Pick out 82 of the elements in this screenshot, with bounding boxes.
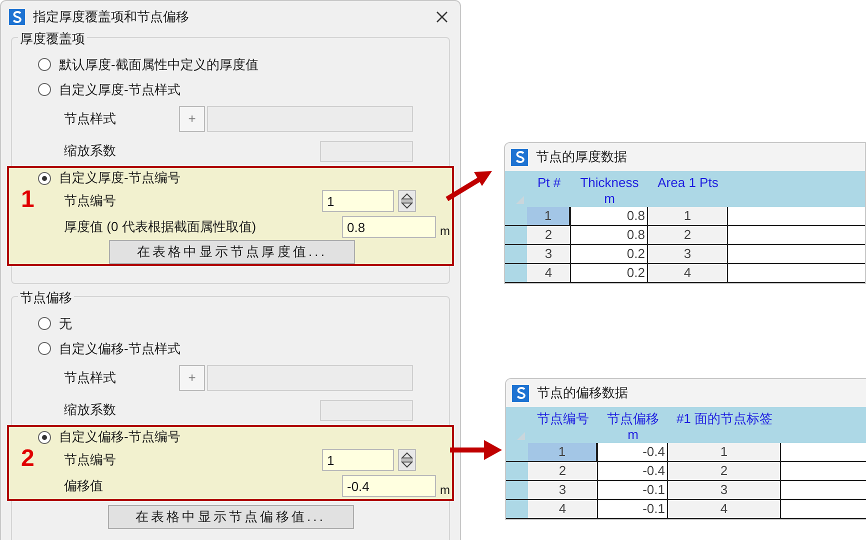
header-label: 节点编号 <box>537 411 589 427</box>
callout-arrow <box>450 437 502 463</box>
field-label: 偏移值 <box>64 477 104 496</box>
option-label: 默认厚度-截面属性中定义的厚度值 <box>59 56 258 74</box>
option-label: 自定义厚度-节点编号 <box>59 169 180 188</box>
input-field[interactable]: -0.4 <box>342 475 436 497</box>
unit-label: m <box>628 427 638 443</box>
spin-field[interactable]: 1 <box>322 190 394 212</box>
radio-button[interactable] <box>38 83 51 96</box>
field-label: 缩放系数 <box>64 401 117 420</box>
spinner-button[interactable] <box>398 190 416 212</box>
table-cell[interactable]: 3 <box>668 481 781 499</box>
scale-field[interactable] <box>320 400 413 420</box>
row-header <box>506 481 528 499</box>
unit-label: m <box>440 223 451 240</box>
table-cell[interactable]: 4 <box>668 500 781 518</box>
table-cell[interactable]: 2 <box>527 226 571 244</box>
table-cell[interactable]: 2 <box>668 462 781 480</box>
close-icon <box>436 11 448 23</box>
field-label: 缩放系数 <box>64 142 117 160</box>
table-cell[interactable]: 3 <box>527 245 571 263</box>
up-down-arrows-icon <box>401 192 413 210</box>
table-cell[interactable]: 1 <box>648 207 728 225</box>
app-logo-icon <box>9 9 25 25</box>
window-title: 节点的偏移数据 <box>537 384 628 402</box>
table-cell[interactable]: 1 <box>668 443 781 461</box>
header-label: #1 面的节点标签 <box>676 411 773 427</box>
corner-triangle-icon <box>516 196 524 204</box>
header-label: Area 1 Pts <box>658 175 718 191</box>
row-header <box>505 264 527 282</box>
corner-triangle-icon <box>517 432 525 440</box>
table-cell[interactable]: 1 <box>528 443 598 461</box>
table-cell[interactable]: 3 <box>648 245 728 263</box>
callout-arrow <box>444 168 494 202</box>
table-cell[interactable]: 4 <box>527 264 571 282</box>
field-label: 节点编号 <box>64 192 117 210</box>
radio-button[interactable] <box>38 172 51 184</box>
option-label: 自定义厚度-节点样式 <box>59 80 180 99</box>
scale-field[interactable] <box>320 140 413 162</box>
input-field[interactable]: 0.8 <box>342 216 436 238</box>
field-label: 厚度值 (0 代表根据截面属性取值) <box>64 218 258 236</box>
row-header <box>505 226 527 244</box>
header-label: 节点偏移 <box>607 411 659 427</box>
table-cell[interactable]: 3 <box>528 481 598 499</box>
window-title: 指定厚度覆盖项和节点偏移 <box>33 8 190 26</box>
unit-label: m <box>440 482 451 499</box>
callout-number: 2 <box>21 444 34 474</box>
table-cell[interactable]: 4 <box>528 500 598 518</box>
callout-number: 1 <box>21 185 34 215</box>
radio-button[interactable] <box>38 58 51 71</box>
row-header <box>506 462 528 480</box>
row-header <box>505 245 527 263</box>
pattern-field[interactable] <box>207 106 413 132</box>
field-label: 节点编号 <box>64 451 117 470</box>
table-cell[interactable]: 4 <box>648 264 728 282</box>
option-label: 自定义偏移-节点样式 <box>59 340 180 358</box>
add-button[interactable]: + <box>179 365 205 391</box>
option-label: 自定义偏移-节点编号 <box>59 428 180 446</box>
table-cell[interactable]: 2 <box>528 462 598 480</box>
show-table-button[interactable]: 在表格中显示节点厚度值... <box>109 240 355 264</box>
radio-button[interactable] <box>38 430 51 444</box>
app-logo-icon <box>511 148 528 166</box>
option-label: 无 <box>59 314 72 333</box>
up-down-arrows-icon <box>401 451 413 469</box>
spin-field[interactable]: 1 <box>322 449 394 471</box>
radio-button[interactable] <box>38 342 51 355</box>
show-table-button[interactable]: 在表格中显示节点偏移值... <box>108 505 354 529</box>
header-label: Pt # <box>537 175 561 191</box>
table-cell[interactable]: 2 <box>648 226 728 244</box>
add-button[interactable]: + <box>179 106 205 132</box>
group-title: 节点偏移 <box>18 288 74 308</box>
pattern-field[interactable] <box>207 365 413 391</box>
field-label: 节点样式 <box>64 369 117 388</box>
unit-label: m <box>604 191 615 207</box>
field-label: 节点样式 <box>64 110 117 128</box>
window-title: 节点的厚度数据 <box>536 148 627 166</box>
radio-button[interactable] <box>38 317 51 330</box>
spinner-button[interactable] <box>398 449 416 471</box>
row-header <box>506 500 528 518</box>
app-logo-icon <box>512 384 529 402</box>
header-label: Thickness <box>580 175 639 191</box>
table-cell[interactable]: 1 <box>527 207 571 225</box>
